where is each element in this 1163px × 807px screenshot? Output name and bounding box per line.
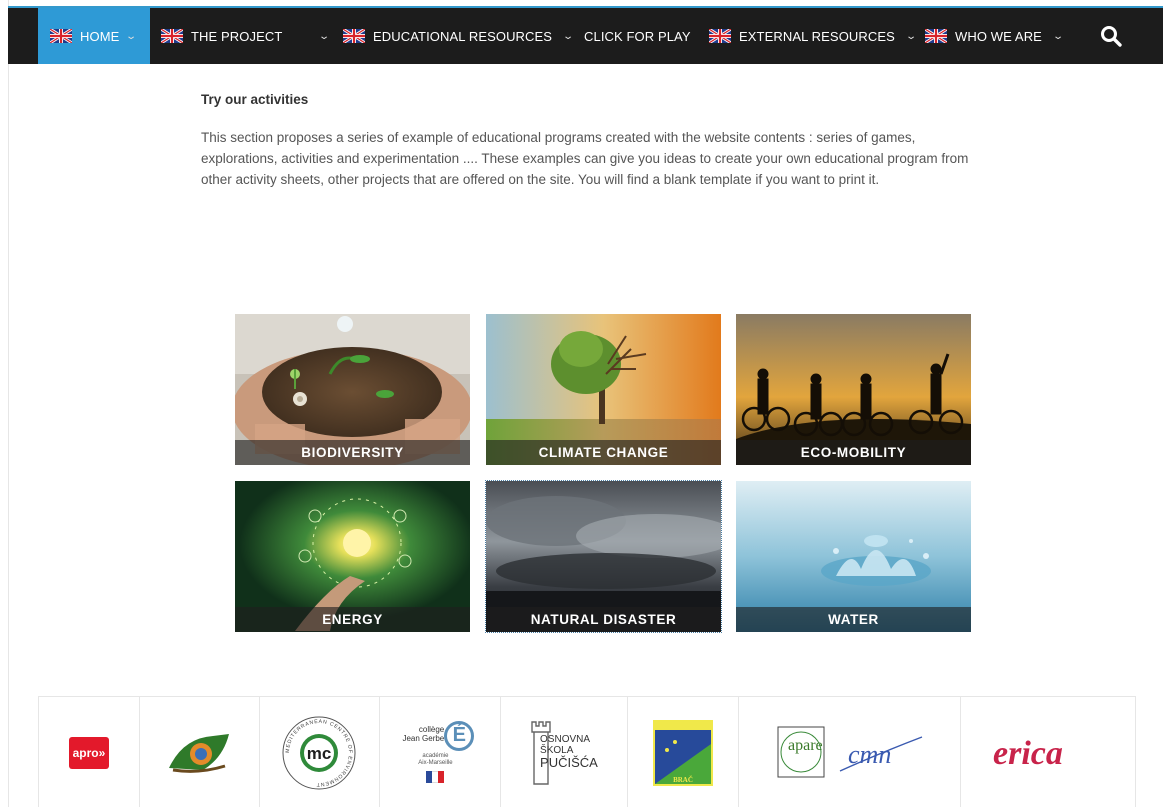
chevron-down-icon: ⌄: [1052, 30, 1065, 42]
chevron-down-icon: ⌄: [318, 30, 331, 42]
section-title: Try our activities: [201, 92, 309, 107]
tile-caption: ENERGY: [235, 607, 470, 632]
nav-item-label: WHO WE ARE: [955, 28, 1042, 44]
nav-item-label: HOME: [80, 28, 120, 44]
activity-tile-energy[interactable]: ENERGY: [235, 481, 470, 632]
brac-logo-text: BRAČ: [673, 776, 693, 784]
nav-item-home[interactable]: HOME ⌄: [38, 8, 150, 64]
uk-flag-icon: [709, 29, 731, 43]
nav-item-label: EDUCATIONAL RESOURCES: [373, 28, 553, 44]
partner-logo-apare-cmn[interactable]: apare cmn: [739, 697, 962, 807]
uk-flag-icon: [925, 29, 947, 43]
chevron-down-icon: ⌄: [125, 30, 138, 42]
tile-caption: NATURAL DISASTER: [486, 607, 721, 632]
nav-item-the-project[interactable]: THE PROJECT ⌄: [161, 8, 331, 64]
section-description: This section proposes a series of exampl…: [201, 130, 969, 187]
tile-caption: BIODIVERSITY: [235, 440, 470, 465]
tile-caption: WATER: [736, 607, 971, 632]
uk-flag-icon: [343, 29, 365, 43]
osnovna-line-3: PUČIŠĆA: [540, 754, 598, 770]
uk-flag-icon: [161, 29, 183, 43]
college-line-2: Jean Gerbe: [402, 733, 445, 743]
partner-logo-erica[interactable]: erica: [961, 697, 1135, 807]
nav-item-click-for-play[interactable]: CLICK FOR PLAY: [584, 8, 691, 64]
main-navigation: HOME ⌄ THE PROJECT ⌄ EDUCATIONAL RESOURC…: [8, 6, 1163, 64]
apare-cmn-logo: apare cmn: [777, 726, 922, 777]
brac-logo: BRAČ: [652, 719, 713, 786]
snail-logo: [169, 733, 230, 773]
tile-caption: CLIMATE CHANGE: [486, 440, 721, 465]
nav-item-external-resources[interactable]: EXTERNAL RESOURCES ⌄: [709, 8, 918, 64]
erica-logo-text: erica: [993, 735, 1063, 772]
nav-item-who-we-are[interactable]: WHO WE ARE ⌄: [925, 8, 1065, 64]
page-left-border: [8, 0, 9, 807]
mce-logo-text: mc: [307, 744, 332, 763]
nav-item-label: CLICK FOR PLAY: [584, 28, 691, 44]
college-line-3: académie: [422, 752, 449, 759]
chevron-down-icon: ⌄: [562, 30, 575, 42]
osnovna-line-2: ŠKOLA: [540, 744, 574, 756]
search-icon[interactable]: [1099, 24, 1123, 48]
erica-logo: erica: [993, 735, 1063, 772]
college-line-4: Aix-Marseille: [418, 759, 453, 766]
nav-item-label: THE PROJECT: [191, 28, 283, 44]
osnovna-line-1: OSNOVNA: [540, 733, 591, 745]
activity-tile-water[interactable]: WATER: [736, 481, 971, 632]
partner-logo-mce[interactable]: MEDITERRANEAN CENTRE OF ENVIRONMENT mc: [260, 697, 381, 807]
partner-logos-bar: apro» MEDITERRANEAN CENTRE OF ENVIRONMEN…: [38, 696, 1136, 807]
activity-tile-eco-mobility[interactable]: ECO-MOBILITY: [736, 314, 971, 465]
tile-caption: ECO-MOBILITY: [736, 440, 971, 465]
uk-flag-icon: [50, 29, 72, 43]
partner-logo-osnovna-skola[interactable]: OSNOVNA ŠKOLA PUČIŠĆA: [501, 697, 628, 807]
college-e-emblem: É: [444, 720, 475, 751]
partner-logo-college[interactable]: collège Jean Gerbe É académie Aix-Marsei…: [380, 697, 502, 807]
mce-logo: MEDITERRANEAN CENTRE OF ENVIRONMENT mc: [282, 716, 356, 789]
partner-logo-snail[interactable]: [140, 697, 260, 807]
activity-tile-climate-change[interactable]: CLIMATE CHANGE: [486, 314, 721, 465]
partner-logo-apro[interactable]: apro»: [39, 697, 140, 807]
chevron-down-icon: ⌄: [905, 30, 918, 42]
activity-tile-natural-disaster[interactable]: NATURAL DISASTER: [485, 480, 722, 633]
nav-item-educational-resources[interactable]: EDUCATIONAL RESOURCES ⌄: [343, 8, 575, 64]
apro-logo: apro»: [68, 736, 109, 769]
french-flag-icon: [426, 770, 445, 783]
college-line-1: collège: [418, 724, 445, 734]
apare-logo-text: apare: [788, 737, 823, 754]
partner-logo-brac[interactable]: BRAČ: [628, 697, 739, 807]
nav-item-label: EXTERNAL RESOURCES: [739, 28, 895, 44]
activity-tile-biodiversity[interactable]: BIODIVERSITY: [235, 314, 470, 465]
